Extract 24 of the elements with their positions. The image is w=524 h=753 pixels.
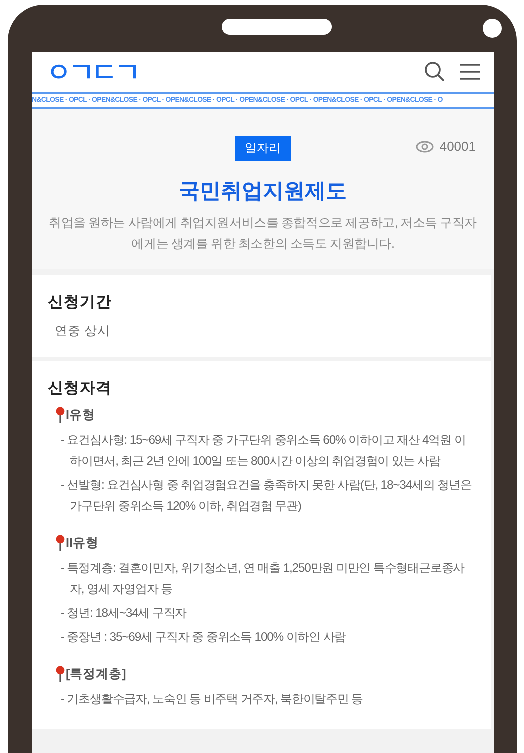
view-count: 40001	[440, 139, 476, 154]
list-item-text: - 요건심사형: 15~69세 구직자 중 가구단위 중위소득 60% 이하이고 재산 4억원 이하이면서, 최근 2년 안에 100일 또는 800시간 이상의 취업경험이 있는 사람	[61, 432, 467, 470]
pushpin-icon	[56, 535, 65, 552]
list-item-text: - 특정계층: 결혼이민자, 위기청소년, 연 매출 1,250만원 미만인 특수형태근로종사자, 영세 자영업자 등	[61, 560, 466, 598]
search-icon[interactable]	[424, 61, 446, 83]
section-text: 연중 상시	[54, 323, 112, 340]
section-heading: 신청기간	[48, 293, 113, 313]
group-label: [특정계층]	[66, 666, 126, 683]
list-item-text: - 기초생활수급자, 노숙인 등 비주택 거주자, 북한이탈주민 등	[61, 691, 364, 708]
page-title: 국민취업지원제도	[178, 179, 348, 205]
list-item-text: - 중장년 : 35~69세 구직자 중 중위소득 100% 이하인 사람	[61, 629, 348, 646]
group-label: II유형	[66, 535, 99, 552]
site-logo[interactable]: ㅇㄱㄷㄱ	[46, 54, 138, 90]
list-item-text: - 청년: 18세~34세 구직자	[61, 605, 188, 622]
description-text: 취업을 원하는 사람에게 취업지원서비스를 종합적으로 제공하고, 저소득 구직자에게는 생계를 위한 최소한의 소득도 지원합니다.	[48, 215, 478, 253]
list-item-text: - 선발형: 요건심사형 중 취업경험요건을 충족하지 못한 사람(단, 18~34세의 청년은 가구단위 중위소득 120% 이하, 취업경험 무관)	[61, 477, 473, 515]
eye-icon	[416, 140, 434, 152]
pushpin-icon	[56, 407, 65, 424]
pushpin-icon	[56, 666, 65, 683]
group-label: I유형	[66, 407, 96, 424]
camera-dot	[483, 19, 502, 38]
category-badge: 일자리	[235, 136, 291, 161]
section-heading: 신청자격	[48, 379, 113, 399]
menu-icon[interactable]	[460, 64, 480, 80]
